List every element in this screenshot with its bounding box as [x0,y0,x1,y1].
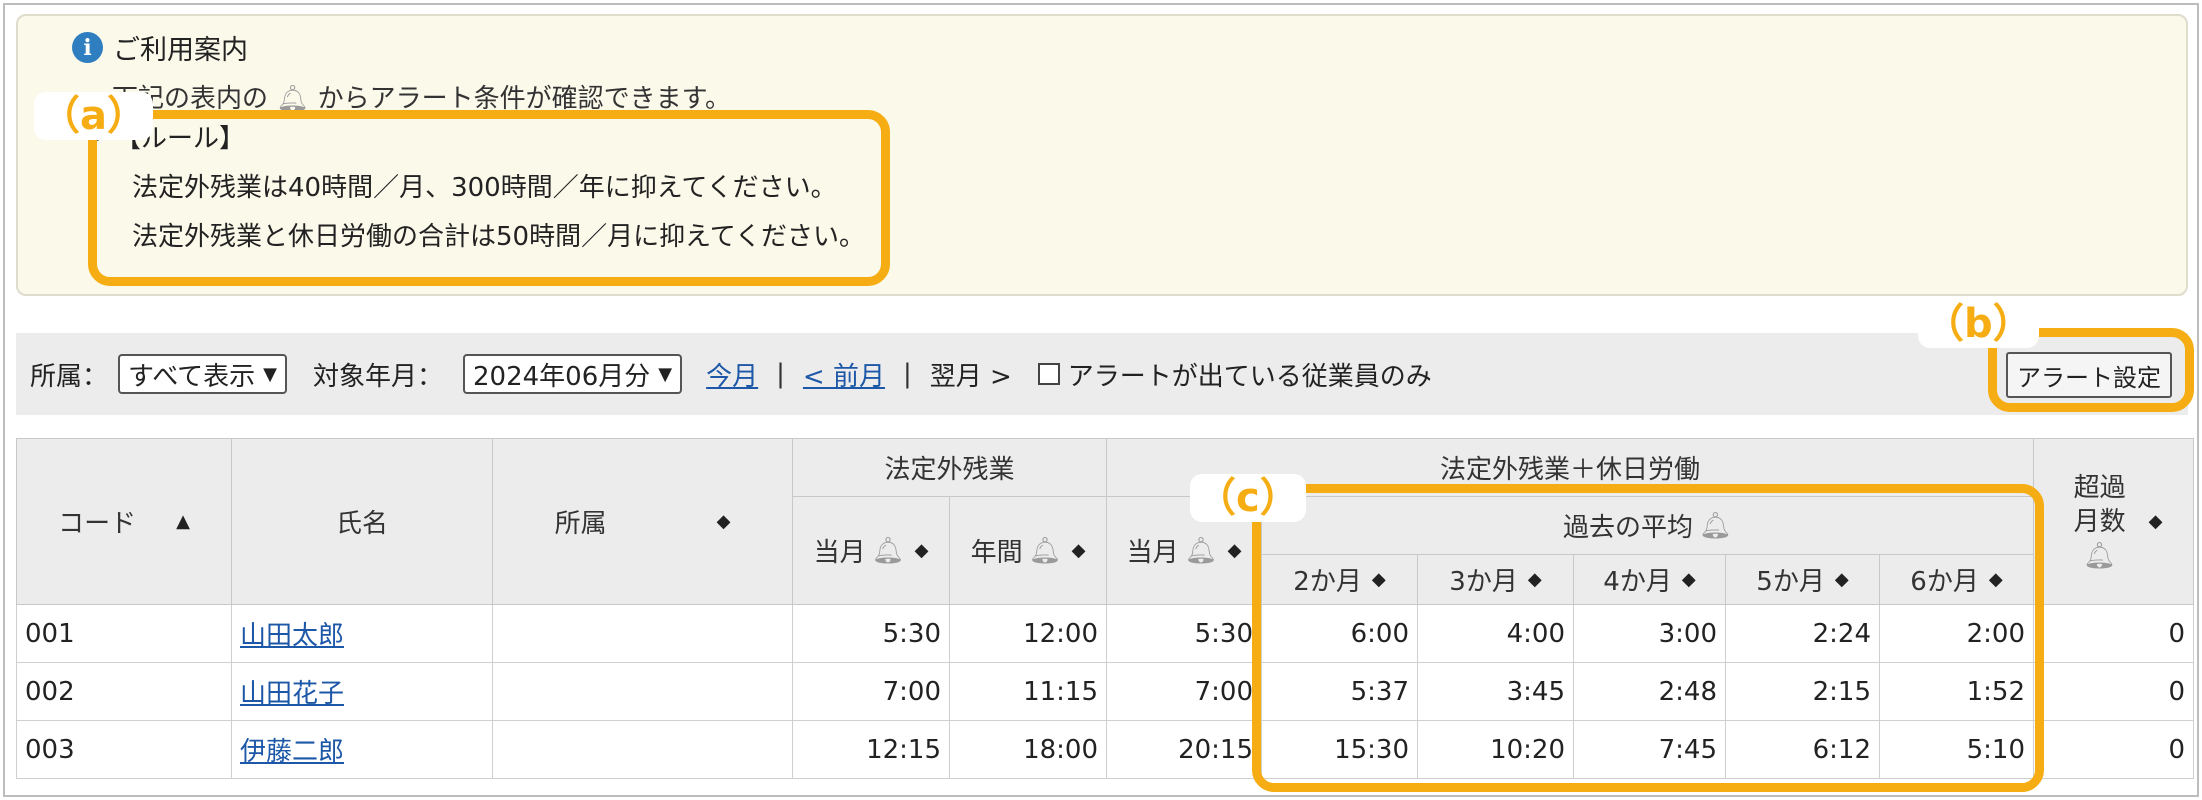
bell-icon[interactable]: 🔔︎ [2083,539,2116,573]
cell-affiliation [492,662,793,721]
cell-excess: 0 [2033,604,2194,663]
employee-name-link[interactable]: 山田花子 [240,679,344,709]
header-ot-current-label: 当月 [813,538,866,568]
next-month-text: 翌月 > [929,361,1012,392]
header-oth-current-label: 当月 [1126,538,1179,568]
employee-name-link[interactable]: 山田太郎 [240,621,344,651]
bell-icon[interactable]: 🔔︎ [1185,536,1218,566]
header-ot-current[interactable]: 当月 🔔︎ ◆ [792,496,950,605]
cell-ot-current: 7:00 [792,662,950,721]
chevron-down-icon: ▼ [658,363,673,385]
cell-ot-annual: 11:15 [949,662,1107,721]
this-month-link[interactable]: 今月 [706,356,758,393]
alert-only-label: アラートが出ている従業員のみ [1067,361,1432,392]
sort-asc-icon[interactable]: ▲ [176,511,190,532]
cell-code: 002 [16,662,232,721]
bell-icon[interactable]: 🔔︎ [1029,536,1062,566]
header-name-label: 氏名 [335,509,388,539]
sort-icon[interactable]: ◆ [1228,540,1242,561]
affiliation-select[interactable]: すべて表示 ▼ [118,354,287,394]
cell-affiliation [492,720,793,779]
cell-code: 003 [16,720,232,779]
cell-excess: 0 [2033,720,2194,779]
affiliation-label: 所属： [30,361,109,392]
affiliation-select-value: すべて表示 [128,361,256,392]
header-ot-annual[interactable]: 年間 🔔︎ ◆ [949,496,1107,605]
sort-icon[interactable]: ◆ [2149,511,2163,532]
alert-only-checkbox-group[interactable]: アラートが出ている従業員のみ [1037,356,1432,393]
callout-b-label: （b） [1918,300,2039,348]
cell-name: 山田花子 [231,662,493,721]
cell-oth-current: 5:30 [1106,604,1262,663]
period-select[interactable]: 2024年06月分 ▼ [463,354,683,394]
header-affiliation-label: 所属 [554,509,607,539]
header-affiliation[interactable]: 所属 ◆ [492,438,793,605]
period-select-value: 2024年06月分 [473,361,651,392]
cell-oth-current: 20:15 [1106,720,1262,779]
header-excess-months-label: 超過月数 [2073,472,2126,537]
filter-bar: 所属： すべて表示 ▼ 対象年月： 2024年06月分 ▼ 今月 | < 前月 … [16,333,2188,415]
cell-ot-current: 12:15 [792,720,950,779]
cell-ot-current: 5:30 [792,604,950,663]
cell-excess: 0 [2033,662,2194,721]
cell-name: 山田太郎 [231,604,493,663]
header-excess-months[interactable]: 超過月数 🔔︎ ◆ [2033,438,2194,605]
cell-name: 伊藤二郎 [231,720,493,779]
info-icon: i [72,32,103,63]
header-ot-annual-label: 年間 [970,538,1023,568]
bell-icon[interactable]: 🔔︎ [872,536,905,566]
cell-code: 001 [16,604,232,663]
usage-guide-title: i ご利用案内 [72,28,248,67]
cell-oth-current: 7:00 [1106,662,1262,721]
sort-icon[interactable]: ◆ [1072,540,1086,561]
usage-guide-title-text: ご利用案内 [113,35,248,66]
period-label: 対象年月： [313,361,444,392]
header-statutory-overtime-label: 法定外残業 [884,455,1015,485]
header-code[interactable]: コード ▲ [16,438,232,605]
cell-affiliation [492,604,793,663]
cell-ot-annual: 18:00 [949,720,1107,779]
cell-ot-annual: 12:00 [949,604,1107,663]
sort-icon[interactable]: ◆ [717,511,731,532]
callout-c-label: （c） [1190,474,1306,522]
separator: | [776,359,785,389]
separator: | [902,359,912,389]
header-name: 氏名 [231,438,493,605]
employee-name-link[interactable]: 伊藤二郎 [240,737,344,767]
prev-month-link[interactable]: < 前月 [803,356,885,393]
header-statutory-overtime: 法定外残業 [792,438,1107,497]
callout-a-label: （a） [34,92,153,140]
sort-icon[interactable]: ◆ [915,540,929,561]
callout-c-box [1252,484,2044,792]
header-code-label: コード [58,509,137,539]
alert-only-checkbox[interactable] [1037,363,1060,385]
chevron-down-icon: ▼ [263,363,277,385]
callout-a-box [88,110,890,286]
